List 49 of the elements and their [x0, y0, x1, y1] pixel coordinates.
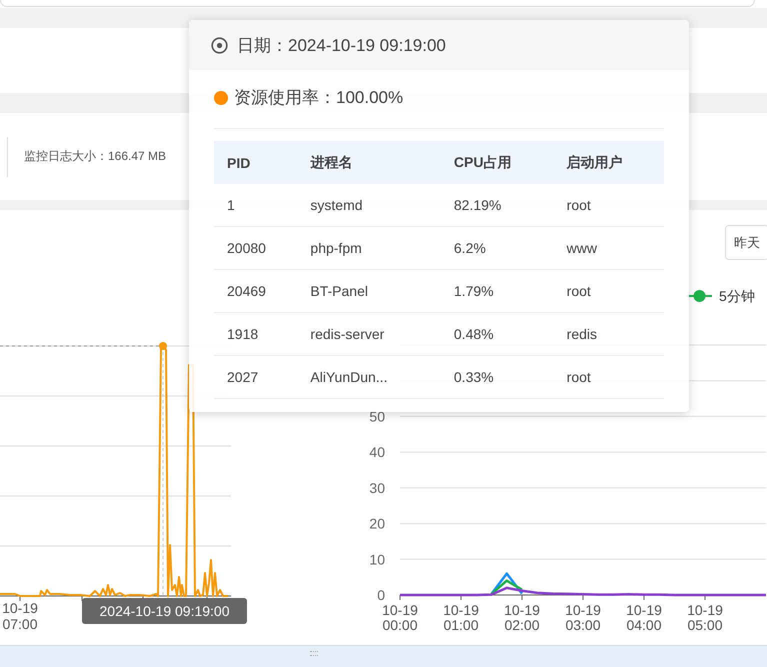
table-cell: AliYunDun...	[297, 356, 441, 398]
legend-label: 5分钟	[719, 288, 755, 304]
table-cell: 0.33%	[440, 356, 554, 398]
axis-label: 10-19 00:00	[382, 602, 418, 633]
table-cell: 1.79%	[440, 270, 554, 312]
table-cell: php-fpm	[297, 226, 441, 270]
axis-label: 10-19 04:00	[626, 602, 662, 633]
date-label: 日期：2024-10-19 09:19:00	[237, 34, 446, 56]
date-range-button[interactable]: 昨天	[725, 225, 767, 260]
table-header-cell: 进程名	[297, 141, 441, 184]
legend-item[interactable]: 5分钟	[687, 288, 755, 304]
data-point	[159, 342, 167, 350]
table-cell: redis	[554, 312, 664, 356]
table-cell: 6.2%	[440, 226, 554, 270]
table-cell: BT-Panel	[297, 270, 441, 312]
table-cell: 2027	[214, 356, 298, 398]
table-header-cell: CPU占用	[440, 141, 554, 184]
usage-label: 资源使用率：100.00%	[234, 87, 404, 109]
table-cell: 20080	[214, 226, 298, 270]
input-field[interactable]	[0, 0, 755, 7]
table-cell: 0.48%	[440, 312, 554, 356]
axis-label: 50	[369, 408, 385, 424]
axis-label: 10-19 05:00	[687, 602, 723, 633]
axis-label: 10-19 07:00	[2, 600, 38, 632]
axis-label: 30	[369, 480, 385, 496]
target-icon	[211, 36, 228, 54]
table-cell: 1	[214, 184, 298, 226]
table-cell: 82.19%	[440, 184, 554, 226]
axis-label: 10	[369, 551, 385, 568]
pointer-label: 2024-10-19 09:19:00	[82, 598, 247, 624]
resize-bar[interactable]	[0, 645, 767, 667]
table-header-cell: 启动用户	[554, 141, 664, 184]
table-cell: root	[554, 270, 664, 312]
table-cell: 20469	[214, 270, 298, 312]
axis-label: 40	[369, 444, 385, 460]
axis-label: 10-19 02:00	[504, 602, 540, 633]
table-cell: root	[554, 184, 664, 226]
axis-label: 10-19 01:00	[443, 602, 479, 633]
table-cell: 1918	[214, 312, 298, 356]
log-size-text: 监控日志大小：166.47 MB	[24, 148, 166, 165]
table-cell: www	[554, 226, 664, 270]
status-dot	[214, 91, 228, 105]
axis-label: 10-19 03:00	[565, 602, 601, 633]
table-cell: root	[554, 356, 664, 398]
table-header-cell: PID	[214, 141, 298, 184]
axis-label: 0	[377, 587, 385, 603]
axis-label: 20	[369, 516, 385, 532]
table-cell: systemd	[297, 184, 441, 226]
table-cell: redis-server	[297, 312, 441, 356]
